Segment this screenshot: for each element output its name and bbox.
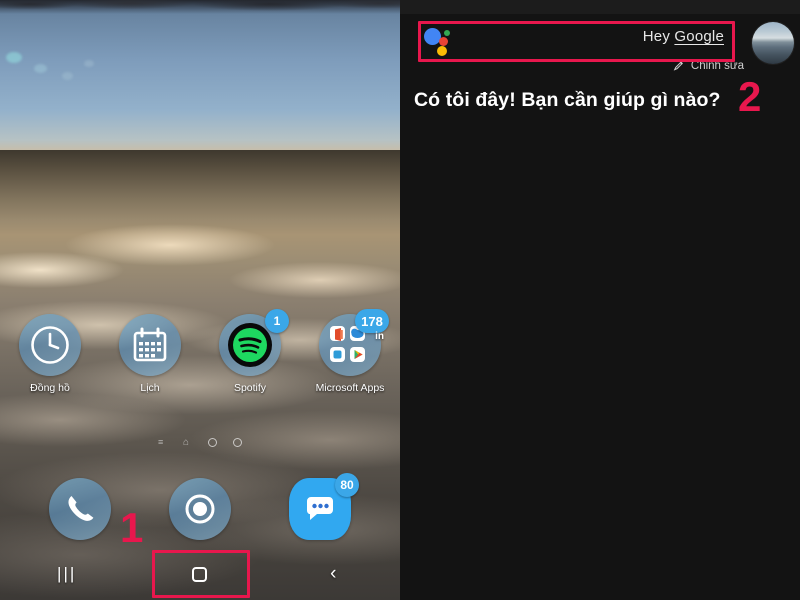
assistant-reply-text: Có tôi đây! Bạn cần giúp gì nào? <box>414 89 721 111</box>
app-item-microsoft-apps[interactable]: 178 in Microsoft Apps <box>300 309 400 394</box>
lens-flare-speck <box>62 72 73 80</box>
menu-icon[interactable]: ≡ <box>158 438 167 447</box>
app-row-1: Đồng hồ Lịch 1 Spotify 178 in Microsoft … <box>0 309 400 394</box>
page-indicator-row[interactable]: ≡ ⌂ <box>0 438 400 448</box>
phone-glyph <box>68 496 94 521</box>
page-dot[interactable] <box>233 438 242 447</box>
spotify-icon-wrap[interactable]: 1 <box>219 309 289 376</box>
camera-glyph <box>185 494 215 524</box>
recents-icon: ||| <box>57 564 77 583</box>
page-dot[interactable] <box>208 438 217 447</box>
app-label-calendar: Lịch <box>140 382 160 394</box>
app-label-spotify: Spotify <box>233 382 267 394</box>
annotation-marker-1: 1 <box>120 504 144 551</box>
user-avatar[interactable] <box>752 22 794 64</box>
annotation-highlight-home-button <box>152 550 250 598</box>
clock-icon-wrap[interactable] <box>19 314 81 376</box>
recents-button[interactable]: ||| <box>0 564 133 584</box>
assistant-topbar-background <box>400 0 800 14</box>
wallpaper-top-cloud-wisp <box>0 0 400 14</box>
app-label-clock: Đồng hồ <box>30 382 70 394</box>
app-label-microsoft-apps: Microsoft Apps <box>315 382 385 394</box>
messages-badge: 80 <box>335 473 359 497</box>
phone-icon[interactable] <box>49 478 111 540</box>
messages-icon-wrap[interactable]: 80 <box>289 473 359 540</box>
speech-bubble-glyph <box>306 497 333 520</box>
app-item-calendar[interactable]: Lịch <box>100 314 200 394</box>
folder-icon-wrap[interactable]: 178 in <box>319 309 389 376</box>
lens-flare-speck <box>6 52 22 63</box>
android-home-screen: Đồng hồ Lịch 1 Spotify 178 in Microsoft … <box>0 0 400 600</box>
phone-icon-wrap[interactable] <box>49 478 111 540</box>
clock-glyph <box>31 326 69 364</box>
back-chevron-icon: ‹ <box>330 563 337 584</box>
calendar-icon-wrap[interactable] <box>119 314 181 376</box>
calendar-icon[interactable] <box>119 314 181 376</box>
lens-flare-speck <box>84 60 94 67</box>
screenshot-root: Đồng hồ Lịch 1 Spotify 178 in Microsoft … <box>0 0 800 600</box>
home-icon[interactable]: ⌂ <box>183 438 192 448</box>
spotify-badge: 1 <box>265 309 289 333</box>
camera-icon-wrap[interactable] <box>169 478 231 540</box>
folder-linkedin-label: in <box>375 331 384 342</box>
annotation-marker-2: 2 <box>738 73 762 120</box>
calendar-glyph <box>133 327 167 362</box>
camera-icon[interactable] <box>169 478 231 540</box>
app-item-camera[interactable] <box>140 478 260 540</box>
folder-badge: 178 <box>355 309 389 333</box>
back-button[interactable]: ‹ <box>267 563 400 585</box>
app-item-spotify[interactable]: 1 Spotify <box>200 309 300 394</box>
app-item-clock[interactable]: Đồng hồ <box>0 314 100 394</box>
app-row-2: 80 <box>0 473 400 540</box>
lens-flare-speck <box>34 64 47 73</box>
clock-icon[interactable] <box>19 314 81 376</box>
annotation-highlight-hey-google <box>418 21 735 62</box>
app-item-messages[interactable]: 80 <box>260 473 380 540</box>
